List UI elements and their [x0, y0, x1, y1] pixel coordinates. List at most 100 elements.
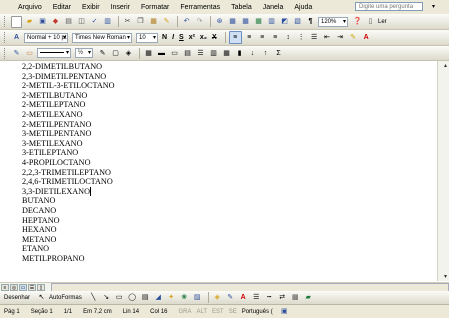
- permission-icon[interactable]: ◆: [50, 16, 61, 27]
- align-left-icon[interactable]: ≡: [228, 31, 242, 44]
- draw-menu-button[interactable]: Desenhar: [4, 295, 30, 301]
- redo-icon[interactable]: ↷: [194, 16, 205, 27]
- distribute-rows-icon[interactable]: ☰: [195, 48, 206, 59]
- align-cells-icon[interactable]: ▤: [182, 48, 193, 59]
- highlight-icon[interactable]: ✎: [348, 32, 359, 43]
- status-trk[interactable]: ALT: [196, 309, 207, 315]
- numbering-icon[interactable]: ⋮: [296, 32, 307, 43]
- align-center-icon[interactable]: ≡: [244, 32, 255, 43]
- decrease-indent-icon[interactable]: ⇤: [322, 32, 333, 43]
- eraser-icon[interactable]: ▭: [24, 48, 35, 59]
- autoformat-table-icon[interactable]: ▦: [221, 48, 232, 59]
- text-direction-icon[interactable]: ▮: [234, 48, 245, 59]
- menu-editar[interactable]: Editar: [53, 4, 71, 11]
- research-icon[interactable]: ▥: [102, 16, 113, 27]
- read-button[interactable]: Ler: [378, 19, 387, 25]
- toolbar-grip[interactable]: [4, 16, 8, 27]
- tables-borders-icon[interactable]: ▦: [227, 16, 238, 27]
- copy-icon[interactable]: ❐: [135, 16, 146, 27]
- underline-icon[interactable]: S: [179, 34, 184, 41]
- paste-icon[interactable]: ▦: [148, 16, 159, 27]
- toolbar-grip[interactable]: [4, 47, 8, 59]
- print-preview-icon[interactable]: ◫: [76, 16, 87, 27]
- draw-table-icon[interactable]: ✎: [11, 48, 22, 59]
- toolbar-grip[interactable]: [4, 32, 8, 43]
- status-rec[interactable]: GRA: [178, 309, 191, 315]
- shadow-icon[interactable]: ▩: [290, 292, 301, 303]
- menu-arquivo[interactable]: Arquivo: [18, 4, 42, 11]
- status-ext[interactable]: EST: [212, 309, 224, 315]
- document-map-icon[interactable]: ▧: [292, 16, 303, 27]
- rectangle-icon[interactable]: ▭: [114, 292, 125, 303]
- font-size-select[interactable]: 10: [136, 32, 158, 43]
- arrow-icon[interactable]: ↘: [101, 292, 112, 303]
- columns-icon[interactable]: ▥: [266, 16, 277, 27]
- outside-border-icon[interactable]: ▢: [110, 48, 121, 59]
- font-select[interactable]: Times New Roman: [72, 32, 132, 43]
- align-right-icon[interactable]: ≡: [257, 32, 268, 43]
- style-select[interactable]: Normal + 10 pt: [24, 32, 68, 43]
- dash-style-icon[interactable]: ┅: [264, 292, 275, 303]
- vertical-scrollbar[interactable]: ▴ ▾: [437, 61, 449, 281]
- line-icon[interactable]: ╲: [88, 292, 99, 303]
- split-cells-icon[interactable]: ▭: [169, 48, 180, 59]
- arrow-style-icon[interactable]: ⇄: [277, 292, 288, 303]
- fill-color-icon[interactable]: ◈: [212, 292, 223, 303]
- spelling-icon[interactable]: ✓: [89, 16, 100, 27]
- clipart-icon[interactable]: ❀: [179, 292, 190, 303]
- diagram-icon[interactable]: ✦: [166, 292, 177, 303]
- textbox-icon[interactable]: ▤: [140, 292, 151, 303]
- sort-descending-icon[interactable]: ↑: [260, 48, 271, 59]
- increase-indent-icon[interactable]: ⇥: [335, 32, 346, 43]
- print-icon[interactable]: ▤: [63, 16, 74, 27]
- line-spacing-icon[interactable]: ↕: [283, 32, 294, 43]
- new-document-icon[interactable]: [11, 15, 22, 28]
- reading-view-icon[interactable]: ▯: [37, 284, 45, 291]
- font-color-icon[interactable]: A: [361, 32, 372, 43]
- insert-table-icon[interactable]: ▦: [240, 16, 251, 27]
- open-icon[interactable]: ▰: [24, 16, 35, 27]
- zoom-select[interactable]: 120%: [318, 16, 348, 27]
- merge-cells-icon[interactable]: ▬: [156, 48, 167, 59]
- menu-ferramentas[interactable]: Ferramentas: [180, 4, 220, 11]
- help-icon[interactable]: ❓: [352, 16, 363, 27]
- scroll-up-icon[interactable]: ▴: [444, 62, 447, 69]
- strikethrough-icon[interactable]: X: [212, 34, 217, 41]
- bullets-icon[interactable]: ☰: [309, 32, 320, 43]
- picture-icon[interactable]: ▨: [192, 292, 203, 303]
- hyperlink-icon[interactable]: ⊛: [214, 16, 225, 27]
- show-hide-icon[interactable]: ¶: [305, 16, 316, 27]
- cut-icon[interactable]: ✂: [122, 16, 133, 27]
- line-weight-select[interactable]: ½: [75, 48, 93, 58]
- help-search-input[interactable]: Digite uma pergunta: [355, 2, 423, 11]
- line-style-icon[interactable]: ☰: [251, 292, 262, 303]
- distribute-columns-icon[interactable]: ▥: [208, 48, 219, 59]
- outline-view-icon[interactable]: ☰: [28, 284, 36, 291]
- web-view-icon[interactable]: ◎: [10, 284, 18, 291]
- undo-icon[interactable]: ↶: [181, 16, 192, 27]
- superscript-icon[interactable]: x²: [189, 34, 195, 41]
- normal-view-icon[interactable]: ≡: [1, 284, 9, 291]
- select-objects-icon[interactable]: ↖: [36, 292, 47, 303]
- menu-tabela[interactable]: Tabela: [231, 4, 252, 11]
- scroll-down-icon[interactable]: ▾: [444, 273, 447, 280]
- shading-color-icon[interactable]: ◈: [123, 48, 134, 59]
- border-color-icon[interactable]: ✎: [97, 48, 108, 59]
- autoshapes-button[interactable]: AutoFormas: [49, 295, 82, 301]
- oval-icon[interactable]: ◯: [127, 292, 138, 303]
- drawing-icon[interactable]: ◩: [279, 16, 290, 27]
- format-painter-icon[interactable]: ✎: [161, 16, 172, 27]
- spelling-status-icon[interactable]: ▣: [279, 306, 290, 317]
- justify-icon[interactable]: ≡: [270, 32, 281, 43]
- insert-table-icon[interactable]: ▦: [143, 48, 154, 59]
- help-dropdown-icon[interactable]: ▾: [432, 3, 435, 10]
- print-layout-icon[interactable]: ▭: [19, 284, 27, 291]
- insert-excel-icon[interactable]: ▦: [253, 16, 264, 27]
- italic-icon[interactable]: I: [172, 34, 174, 41]
- sort-ascending-icon[interactable]: ↓: [247, 48, 258, 59]
- styles-formatting-icon[interactable]: A: [11, 32, 22, 43]
- menu-janela[interactable]: Janela: [263, 4, 284, 11]
- wordart-icon[interactable]: ◢: [153, 292, 164, 303]
- status-ovr[interactable]: SE: [229, 309, 237, 315]
- document-page[interactable]: 2,2-DIMETILBUTANO 2,3-DIMETILPENTANO 2-M…: [10, 61, 446, 282]
